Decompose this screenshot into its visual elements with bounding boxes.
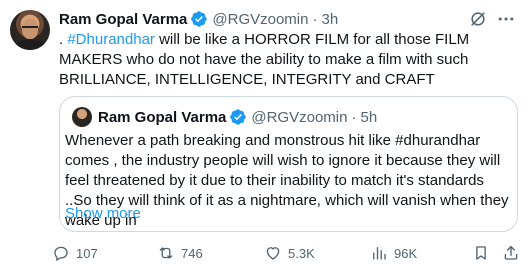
views-button[interactable]: 96K: [370, 243, 417, 263]
repost-button[interactable]: 746: [157, 243, 203, 263]
verified-badge-icon: [229, 108, 247, 126]
avatar-glasses: [22, 26, 38, 30]
bookmark-button[interactable]: [472, 243, 490, 263]
author-name[interactable]: Ram Gopal Varma: [59, 11, 187, 28]
quoted-author-name[interactable]: Ram Gopal Varma: [98, 109, 226, 126]
tweet-header: Ram Gopal Varma @RGVzoomin · 3h: [59, 10, 338, 28]
reply-icon: [54, 246, 68, 261]
quoted-tweet-header: Ram Gopal Varma @RGVzoomin · 5h: [98, 108, 377, 126]
like-icon: [266, 247, 280, 260]
like-button[interactable]: 5.3K: [264, 243, 315, 263]
quoted-tweet[interactable]: Ram Gopal Varma @RGVzoomin · 5h Whenever…: [59, 96, 518, 232]
repost-icon: [159, 247, 173, 259]
share-button[interactable]: [502, 243, 520, 263]
tweet[interactable]: Ram Gopal Varma @RGVzoomin · 3h . #Dhura…: [0, 0, 530, 271]
views-count: 96K: [394, 245, 418, 261]
repost-count: 746: [181, 245, 203, 261]
views-icon: [373, 247, 386, 260]
reply-button[interactable]: 107: [52, 243, 98, 263]
verified-badge-icon: [190, 10, 208, 28]
action-bar: 107 746 5.3K 96K: [52, 243, 522, 263]
author-avatar[interactable]: [10, 10, 50, 50]
quoted-author-avatar[interactable]: [72, 107, 92, 127]
show-more-link[interactable]: Show more: [65, 205, 141, 222]
separator-dot: ·: [351, 108, 357, 126]
quoted-tweet-time: 5h: [360, 108, 378, 126]
avatar-shirt: [14, 40, 46, 50]
bookmark-icon: [476, 246, 486, 260]
share-icon: [504, 245, 518, 260]
author-handle[interactable]: @RGVzoomin: [212, 11, 308, 28]
more-icon[interactable]: [496, 9, 516, 29]
hashtag-link[interactable]: #Dhurandhar: [67, 31, 155, 48]
quoted-author-handle[interactable]: @RGVzoomin: [251, 109, 347, 126]
grok-icon[interactable]: [468, 9, 488, 29]
tweet-text: . #Dhurandhar will be like a HORROR FILM…: [59, 30, 521, 90]
tweet-time[interactable]: 3h: [321, 11, 338, 28]
like-count: 5.3K: [288, 245, 315, 261]
separator-dot: ·: [312, 10, 318, 28]
reply-count: 107: [76, 245, 98, 261]
